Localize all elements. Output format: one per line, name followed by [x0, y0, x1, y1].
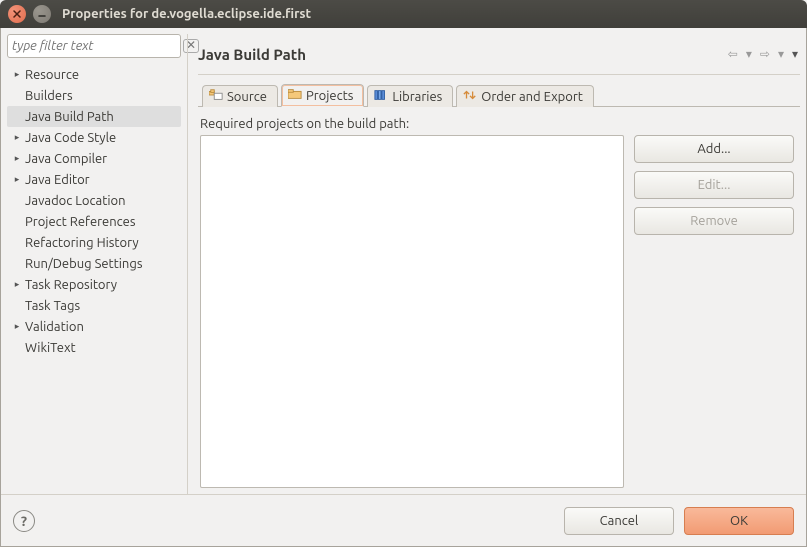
tab-libraries[interactable]: Libraries — [367, 85, 453, 107]
sidebar-item-label: Task Tags — [25, 299, 80, 313]
sidebar-item-java-editor[interactable]: ▸Java Editor — [7, 169, 181, 190]
sidebar-item-validation[interactable]: ▸Validation — [7, 316, 181, 337]
sidebar-item-label: Javadoc Location — [25, 194, 126, 208]
sidebar-item-label: Project References — [25, 215, 135, 229]
required-projects-list[interactable] — [200, 135, 624, 488]
forward-menu-icon[interactable]: ▾ — [776, 45, 786, 63]
sidebar-item-resource[interactable]: ▸Resource — [7, 64, 181, 85]
sidebar-item-label: Java Compiler — [25, 152, 107, 166]
sidebar-item-label: Resource — [25, 68, 79, 82]
sidebar-item-java-compiler[interactable]: ▸Java Compiler — [7, 148, 181, 169]
sidebar-item-java-build-path[interactable]: Java Build Path — [7, 106, 181, 127]
add-button[interactable]: Add... — [634, 135, 794, 163]
titlebar: Properties for de.vogella.eclipse.ide.fi… — [0, 0, 807, 28]
cancel-button[interactable]: Cancel — [564, 507, 674, 535]
header-separator — [198, 74, 800, 75]
sidebar-item-label: Java Build Path — [25, 110, 114, 124]
edit-button: Edit... — [634, 171, 794, 199]
sidebar-item-java-code-style[interactable]: ▸Java Code Style — [7, 127, 181, 148]
tab-label: Libraries — [392, 90, 442, 104]
expand-icon[interactable]: ▸ — [11, 132, 23, 143]
page-title: Java Build Path — [198, 46, 306, 63]
sidebar-item-label: Refactoring History — [25, 236, 139, 250]
sidebar-item-wikitext[interactable]: WikiText — [7, 337, 181, 358]
category-tree[interactable]: ▸ResourceBuildersJava Build Path▸Java Co… — [7, 64, 181, 494]
expand-icon[interactable]: ▸ — [11, 321, 23, 332]
sidebar-item-task-repository[interactable]: ▸Task Repository — [7, 274, 181, 295]
expand-icon[interactable]: ▸ — [11, 279, 23, 290]
back-icon[interactable]: ⇦ — [726, 45, 740, 63]
sidebar-item-project-references[interactable]: Project References — [7, 211, 181, 232]
filter-field[interactable]: ✕ — [7, 34, 181, 58]
sidebar-item-label: Run/Debug Settings — [25, 257, 142, 271]
sidebar-item-label: Java Code Style — [25, 131, 116, 145]
sidebar-item-label: Java Editor — [25, 173, 90, 187]
back-menu-icon[interactable]: ▾ — [744, 45, 754, 63]
remove-button: Remove — [634, 207, 794, 235]
sidebar-item-task-tags[interactable]: Task Tags — [7, 295, 181, 316]
tab-label: Projects — [306, 89, 353, 103]
sidebar-item-javadoc-location[interactable]: Javadoc Location — [7, 190, 181, 211]
header-nav-icons: ⇦ ▾ ⇨ ▾ ▾ — [726, 45, 800, 63]
sidebar-item-label: Task Repository — [25, 278, 117, 292]
close-icon[interactable] — [8, 5, 26, 23]
dialog-footer: ? Cancel OK — [1, 494, 806, 546]
sidebar: ✕ ▸ResourceBuildersJava Build Path▸Java … — [7, 34, 181, 494]
tab-projects-body: Required projects on the build path: Add… — [198, 107, 800, 494]
tabbar: Source Projects Libraries Order and Export — [198, 83, 800, 107]
sidebar-item-builders[interactable]: Builders — [7, 85, 181, 106]
sidebar-item-refactoring-history[interactable]: Refactoring History — [7, 232, 181, 253]
sidebar-item-label: Validation — [25, 320, 84, 334]
expand-icon[interactable]: ▸ — [11, 174, 23, 185]
projects-icon — [288, 88, 302, 103]
tab-source[interactable]: Source — [202, 85, 278, 107]
expand-icon[interactable]: ▸ — [11, 153, 23, 164]
sidebar-item-label: WikiText — [25, 341, 76, 355]
tab-order-and-export[interactable]: Order and Export — [456, 85, 594, 107]
project-buttons: Add... Edit... Remove — [634, 135, 794, 488]
help-icon[interactable]: ? — [13, 510, 35, 532]
required-projects-label: Required projects on the build path: — [200, 117, 794, 131]
ok-button[interactable]: OK — [684, 507, 794, 535]
content-area: Java Build Path ⇦ ▾ ⇨ ▾ ▾ Source Projects… — [187, 34, 800, 494]
forward-icon[interactable]: ⇨ — [758, 45, 772, 63]
tab-label: Source — [227, 90, 267, 104]
view-menu-icon[interactable]: ▾ — [790, 45, 800, 63]
filter-input[interactable] — [12, 39, 183, 53]
window-title: Properties for de.vogella.eclipse.ide.fi… — [62, 7, 311, 21]
libraries-icon — [374, 89, 388, 104]
tab-projects[interactable]: Projects — [281, 84, 364, 107]
tab-label: Order and Export — [481, 90, 583, 104]
order-and-export-icon — [463, 89, 477, 104]
sidebar-item-label: Builders — [25, 89, 73, 103]
source-icon — [209, 89, 223, 104]
expand-icon[interactable]: ▸ — [11, 69, 23, 80]
minimize-icon[interactable] — [33, 5, 51, 23]
sidebar-item-run-debug-settings[interactable]: Run/Debug Settings — [7, 253, 181, 274]
